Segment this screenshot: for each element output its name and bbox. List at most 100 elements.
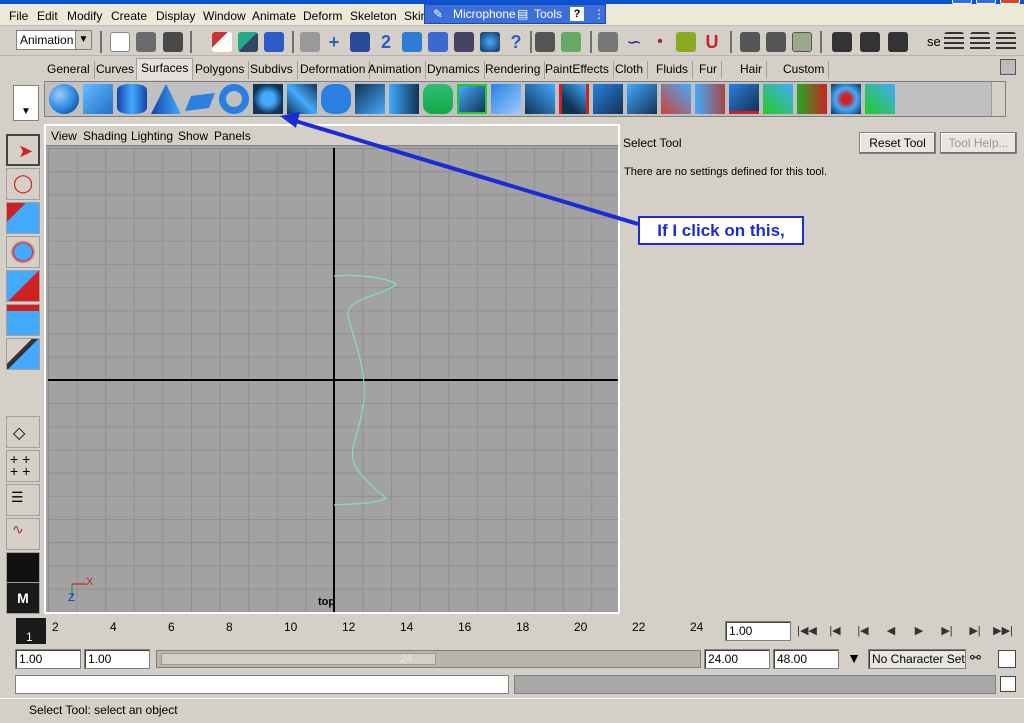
tools-icon[interactable]: ▤ — [517, 7, 528, 21]
insert-isoparm-icon[interactable] — [729, 84, 759, 114]
nurbs-cone-icon[interactable] — [151, 84, 181, 114]
playback-end-field[interactable]: 24.00 — [704, 649, 770, 669]
tool-help-button[interactable]: Tool Help... — [940, 132, 1017, 154]
current-time-field[interactable]: 1.00 — [725, 621, 791, 641]
four-pane-layout-icon[interactable]: + + + + — [6, 450, 40, 482]
key-icon[interactable]: ⚯ — [970, 650, 992, 668]
play-forwards-icon[interactable]: ▶ — [908, 622, 930, 640]
scale-tool-icon[interactable] — [6, 304, 40, 336]
preferences-icon[interactable] — [998, 650, 1016, 668]
chevron-down-icon[interactable]: ▼ — [75, 31, 91, 49]
viewport-menu-panels[interactable]: Panels — [214, 129, 251, 143]
character-set-select[interactable]: No Character Set — [868, 649, 966, 669]
render-globals-icon[interactable] — [888, 32, 908, 52]
menu-deform[interactable]: Deform — [303, 9, 342, 23]
save-scene-icon[interactable] — [163, 32, 183, 52]
step-back-key-icon[interactable]: |◀ — [824, 622, 846, 640]
microphone-icon[interactable]: ✎ — [433, 7, 443, 21]
extend-icon[interactable] — [763, 84, 793, 114]
selection-highlight-icon[interactable] — [561, 32, 581, 52]
new-scene-icon[interactable] — [110, 32, 130, 52]
lock-icon[interactable] — [535, 32, 555, 52]
attribute-editor-icon[interactable] — [944, 32, 964, 52]
menu-edit[interactable]: Edit — [37, 9, 58, 23]
tab-animation[interactable]: Animation — [364, 61, 427, 79]
input-line-icon[interactable] — [598, 32, 618, 52]
menu-skeleton[interactable]: Skeleton — [350, 9, 397, 23]
menu-window[interactable]: Window — [203, 9, 246, 23]
select-component-icon[interactable] — [264, 32, 284, 52]
tools-button[interactable]: Tools — [534, 7, 562, 21]
play-backwards-icon[interactable]: ◀ — [880, 622, 902, 640]
character-menu-icon[interactable]: ▼ — [843, 650, 865, 668]
menu-modify[interactable]: Modify — [67, 9, 102, 23]
mask-icon[interactable] — [300, 32, 320, 52]
snap-curve-icon[interactable] — [350, 32, 370, 52]
tab-fluids[interactable]: Fluids — [652, 61, 694, 79]
hypershade-layout-icon[interactable] — [6, 552, 40, 584]
nurbs-torus-icon[interactable] — [219, 84, 249, 114]
time-slider[interactable]: 1 2 4 6 8 10 12 14 16 18 20 22 24 — [16, 618, 720, 644]
menu-create[interactable]: Create — [111, 9, 147, 23]
shelf-menu-button[interactable]: ▼ — [13, 85, 39, 121]
start-time-field[interactable]: 1.00 — [15, 649, 81, 669]
reset-tool-button[interactable]: Reset Tool — [859, 132, 936, 154]
render-sphere-icon[interactable] — [480, 32, 500, 52]
edit-render-icon[interactable] — [792, 32, 812, 52]
menu-animate[interactable]: Animate — [252, 9, 296, 23]
input-ops-icon[interactable] — [740, 32, 760, 52]
trash-icon[interactable] — [1000, 59, 1016, 75]
playback-start-field[interactable]: 1.00 — [84, 649, 150, 669]
tab-custom[interactable]: Custom — [779, 61, 830, 79]
square-surface-icon[interactable] — [457, 84, 487, 114]
offset-icon[interactable] — [525, 84, 555, 114]
script-editor-icon[interactable] — [1000, 676, 1016, 692]
viewport-menu-lighting[interactable]: Lighting — [131, 129, 173, 143]
nurbs-plane-icon[interactable] — [185, 93, 215, 111]
question-icon[interactable]: ? — [506, 32, 526, 52]
snap-together-icon[interactable]: • — [650, 32, 670, 52]
sculpt-icon[interactable] — [831, 84, 861, 114]
range-slider[interactable]: 24 — [156, 650, 701, 668]
paint-select-tool-icon[interactable] — [6, 202, 40, 234]
current-frame-marker[interactable]: 1 — [16, 618, 46, 644]
menu-file[interactable]: File — [9, 9, 28, 23]
channel-box-icon[interactable] — [996, 32, 1016, 52]
tab-cloth[interactable]: Cloth — [611, 61, 649, 79]
select-hierarchy-icon[interactable] — [212, 32, 232, 52]
range-slider-bar[interactable] — [161, 653, 436, 665]
help-icon[interactable]: ? — [570, 7, 584, 21]
command-line-input[interactable] — [15, 675, 509, 694]
tab-deformation[interactable]: Deformation — [296, 61, 371, 79]
nurbs-cube-icon[interactable] — [83, 84, 113, 114]
end-time-field[interactable]: 48.00 — [773, 649, 839, 669]
magnet-icon[interactable]: U — [702, 32, 722, 52]
align-icon[interactable] — [695, 84, 725, 114]
tab-surfaces[interactable]: Surfaces — [136, 58, 194, 80]
fillet-icon[interactable] — [797, 84, 827, 114]
mode-select[interactable]: Animation ▼ — [16, 30, 92, 50]
select-tool-icon[interactable]: ➤ — [6, 134, 40, 166]
trim-icon[interactable] — [559, 84, 589, 114]
tab-painteffects[interactable]: PaintEffects — [541, 61, 614, 79]
snap-grid-icon[interactable]: + — [324, 32, 344, 52]
go-to-end-icon[interactable]: ▶▶| — [992, 622, 1014, 640]
microphone-button[interactable]: Microphone — [453, 7, 516, 21]
boundary-icon[interactable] — [423, 84, 453, 114]
revolve-icon[interactable] — [253, 84, 283, 114]
magnet-curve-icon[interactable]: ∽ — [624, 32, 644, 52]
select-object-icon[interactable] — [238, 32, 258, 52]
ipr-render-icon[interactable] — [860, 32, 880, 52]
options-icon[interactable]: ⋮ — [593, 7, 605, 21]
construction-history-icon[interactable] — [676, 32, 696, 52]
outliner-layout-icon[interactable]: ☰ — [6, 484, 40, 516]
tab-subdivs[interactable]: Subdivs — [246, 61, 298, 79]
open-scene-icon[interactable] — [136, 32, 156, 52]
tab-fur[interactable]: Fur — [695, 61, 722, 79]
planar-icon[interactable] — [321, 84, 351, 114]
viewport-menu-view[interactable]: View — [51, 129, 77, 143]
snap-view-icon[interactable] — [402, 32, 422, 52]
step-back-frame-icon[interactable]: |◀ — [852, 622, 874, 640]
untrim-icon[interactable] — [593, 84, 623, 114]
history-icon[interactable] — [454, 32, 474, 52]
